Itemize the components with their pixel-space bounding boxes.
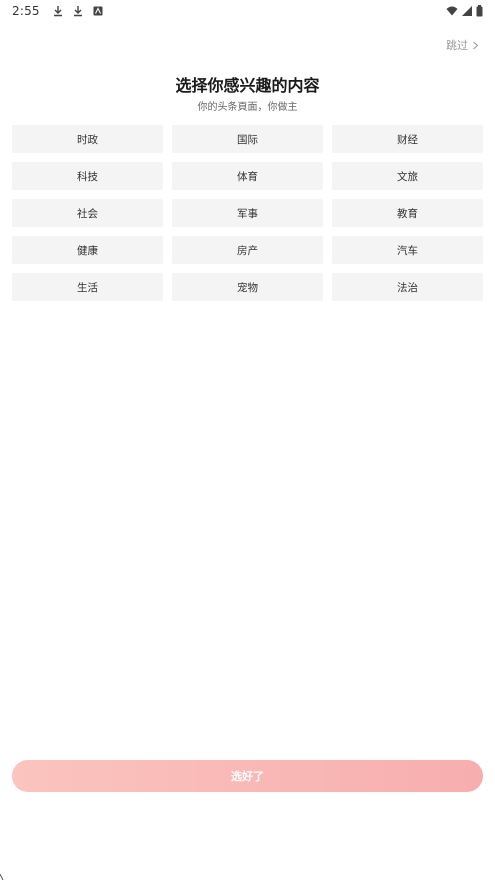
- interest-grid: 时政 国际 财经 科技 体育 文旅 社会 军事 教育 健康 房产 汽车 生活 宠…: [12, 125, 483, 301]
- status-right: [446, 5, 483, 17]
- interest-chip[interactable]: 财经: [332, 125, 483, 153]
- interest-chip[interactable]: 生活: [12, 273, 163, 301]
- confirm-label: 选好了: [231, 770, 264, 783]
- page-title: 选择你感兴趣的内容: [175, 76, 320, 95]
- status-left: 2:55: [12, 4, 104, 18]
- interest-chip[interactable]: 汽车: [332, 236, 483, 264]
- battery-icon: [476, 5, 483, 17]
- interest-chip[interactable]: 宠物: [172, 273, 323, 301]
- confirm-button[interactable]: 选好了: [12, 760, 483, 792]
- interest-chip[interactable]: 军事: [172, 199, 323, 227]
- download-icon: [53, 6, 62, 17]
- notification-app-icon: [93, 6, 103, 16]
- interest-chip[interactable]: 教育: [332, 199, 483, 227]
- interest-chip[interactable]: 法治: [332, 273, 483, 301]
- wifi-icon: [446, 6, 458, 16]
- interest-chip[interactable]: 体育: [172, 162, 323, 190]
- status-bar: 2:55: [0, 0, 495, 22]
- interest-chip[interactable]: 时政: [12, 125, 163, 153]
- interest-chip[interactable]: 国际: [172, 125, 323, 153]
- chevron-right-icon: [473, 41, 479, 49]
- corner-indicator-icon: [0, 874, 4, 880]
- interest-chip[interactable]: 科技: [12, 162, 163, 190]
- interest-chip[interactable]: 房产: [172, 236, 323, 264]
- skip-label: 跳过: [446, 39, 468, 52]
- download-icon: [73, 6, 82, 17]
- interest-chip[interactable]: 文旅: [332, 162, 483, 190]
- skip-button[interactable]: 跳过: [446, 37, 479, 53]
- page-subtitle: 你的头条頁面，你做主: [197, 102, 298, 113]
- signal-icon: [462, 6, 472, 16]
- interest-chip[interactable]: 健康: [12, 236, 163, 264]
- interest-chip[interactable]: 社会: [12, 199, 163, 227]
- status-time: 2:55: [12, 4, 40, 18]
